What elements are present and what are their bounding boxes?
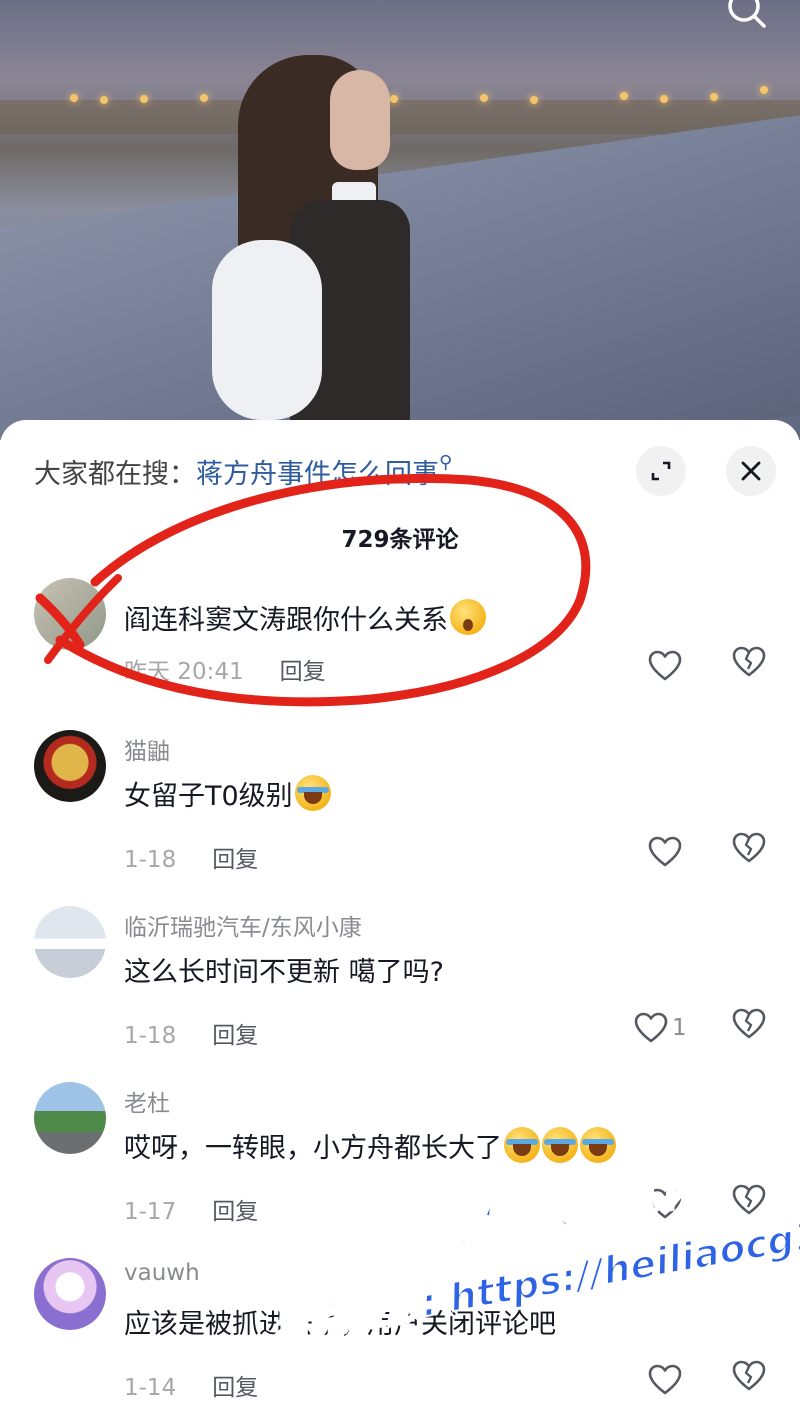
expand-button[interactable] [636,446,686,496]
comment-item: 临沂瑞驰汽车/东风小康 这么长时间不更新 噶了吗? 1-18 回复 1 [0,906,800,1082]
like-button[interactable] [648,646,708,686]
broken-heart-icon [732,1008,766,1039]
avatar[interactable] [34,1258,106,1330]
dislike-button[interactable] [732,646,772,686]
close-button[interactable] [726,446,776,496]
comment-item: 猫鼬 女留子T0级别 1-18 回复 [0,730,800,906]
broken-heart-icon [732,646,766,677]
like-count: 1 [672,1015,687,1041]
comment-text[interactable]: 阎连科窦文涛跟你什么关系 [124,598,486,637]
comment-time: 昨天 20:41 [124,659,244,685]
comment-username[interactable]: 猫鼬 [124,732,170,766]
avatar[interactable] [34,578,106,650]
search-icon[interactable] [726,0,770,30]
comment-time: 1-18 [124,847,177,873]
reply-button[interactable]: 回复 [212,1023,258,1049]
expand-icon [651,461,671,481]
hot-search-prefix: 大家都在搜： [34,459,196,490]
comment-username[interactable]: 老杜 [124,1084,170,1118]
search-small-icon: ⚲ [439,452,453,473]
like-button[interactable] [648,1360,708,1400]
broken-heart-icon [732,832,766,863]
video-person-face [330,70,390,170]
avatar[interactable] [34,730,106,802]
comment-time: 1-18 [124,1023,177,1049]
avatar[interactable] [34,906,106,978]
broken-heart-icon [732,1360,766,1391]
dislike-button[interactable] [732,1360,772,1400]
comment-text[interactable]: 女留子T0级别 [124,774,331,813]
like-button[interactable] [648,832,708,872]
video-person-sleeve [212,240,322,420]
reply-button[interactable]: 回复 [212,847,258,873]
crying-emoji-icon [294,775,331,811]
comment-meta: 1-14 回复 [124,1368,258,1402]
comment-time: 1-17 [124,1199,177,1225]
close-icon [741,461,761,481]
dislike-button[interactable] [732,832,772,872]
heart-outline-icon [648,836,682,867]
comment-meta: 1-18 回复 [124,1016,258,1050]
comment-item: 阎连科窦文涛跟你什么关系 昨天 20:41 回复 [0,578,800,754]
comment-username[interactable]: vauwh [124,1260,200,1286]
like-button[interactable]: 1 [634,1008,694,1048]
avatar[interactable] [34,1082,106,1154]
comment-sheet-header: 大家都在搜：蒋方舟事件怎么回事⚲ 729条评论 [0,420,800,560]
video-city-lights [60,86,800,106]
flushed-emoji-icon [450,599,486,635]
heart-outline-icon [634,1012,668,1043]
comment-meta: 1-18 回复 [124,840,258,874]
reply-button[interactable]: 回复 [212,1375,258,1401]
comment-time: 1-14 [124,1375,177,1401]
hot-search-banner[interactable]: 大家都在搜：蒋方舟事件怎么回事⚲ [34,452,452,491]
reply-button[interactable]: 回复 [280,659,326,685]
heart-outline-icon [648,1364,682,1395]
dislike-button[interactable] [732,1008,772,1048]
comment-count: 729条评论 [341,527,459,553]
hot-search-link[interactable]: 蒋方舟事件怎么回事 [196,459,439,490]
comment-meta: 1-17 回复 [124,1192,258,1226]
comment-username[interactable]: 临沂瑞驰汽车/东风小康 [124,908,362,942]
comment-text[interactable]: 这么长时间不更新 噶了吗? [124,950,444,989]
heart-outline-icon [648,650,682,681]
comment-meta: 昨天 20:41 回复 [124,652,326,686]
video-player[interactable] [0,0,800,440]
